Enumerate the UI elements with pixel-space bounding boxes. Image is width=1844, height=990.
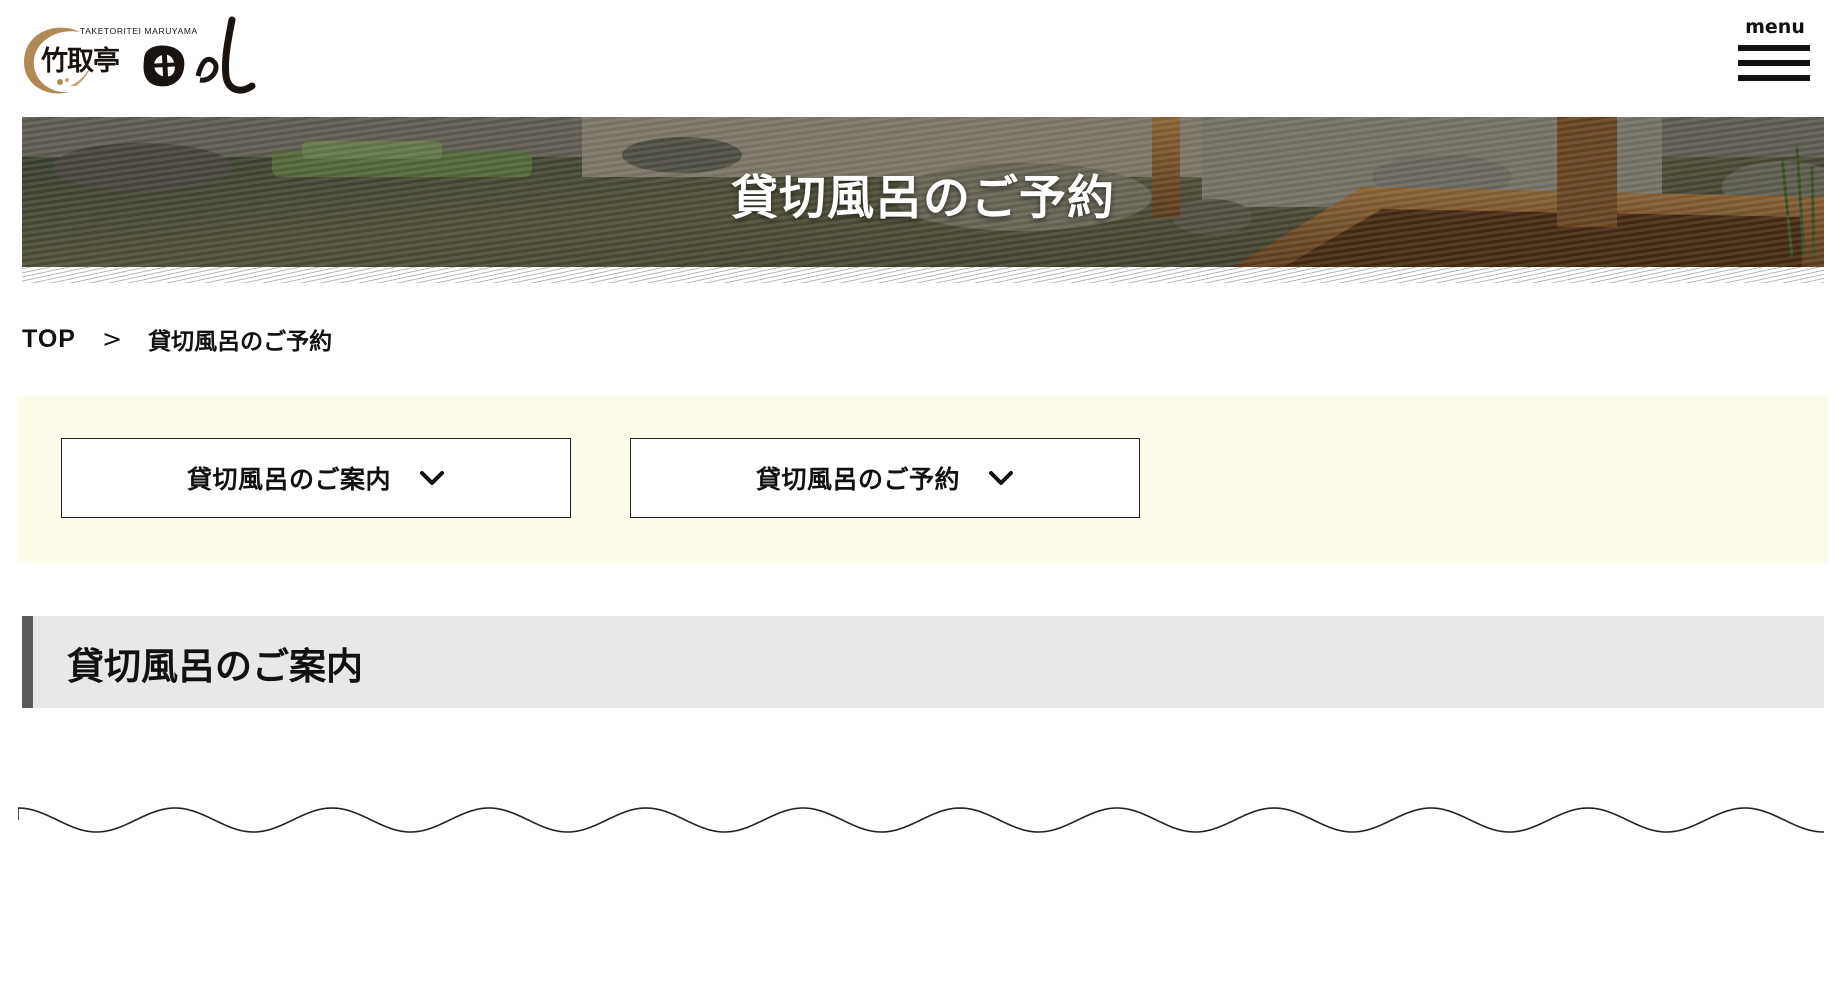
anchor-button-label: 貸切風呂のご予約 xyxy=(755,465,960,494)
logo-kanji-text: 竹取亭 xyxy=(41,46,120,77)
section-heading: 貸切風呂のご案内 xyxy=(67,645,363,688)
hamburger-icon xyxy=(1738,45,1812,90)
menu-label: menu xyxy=(1745,16,1805,38)
page: TAKETORITEI MARUYAMA 竹取亭 menu 貸切風呂のご予約 T… xyxy=(0,0,1844,990)
section-heading-box: 貸切風呂のご案内 xyxy=(22,616,1824,708)
anchor-button-label: 貸切風呂のご案内 xyxy=(186,465,391,494)
breadcrumb-current: 貸切風呂のご予約 xyxy=(148,329,333,355)
breadcrumb-separator: > xyxy=(101,325,123,353)
hero-banner: 貸切風呂のご予約 xyxy=(22,117,1824,268)
anchor-nav: 貸切風呂のご案内 貸切風呂のご予約 xyxy=(18,396,1828,563)
site-logo[interactable]: TAKETORITEI MARUYAMA 竹取亭 xyxy=(20,16,256,96)
chevron-down-icon xyxy=(420,471,444,485)
hero-hatch-divider xyxy=(22,267,1824,283)
logo-brush-mark xyxy=(143,16,256,94)
chevron-down-icon xyxy=(989,471,1013,485)
breadcrumb-home-link[interactable]: TOP xyxy=(22,325,76,354)
menu-button[interactable]: menu xyxy=(1738,16,1812,94)
anchor-button-guide[interactable]: 貸切風呂のご案内 xyxy=(61,438,571,518)
anchor-button-reservation[interactable]: 貸切風呂のご予約 xyxy=(630,438,1140,518)
breadcrumb: TOP > 貸切風呂のご予約 xyxy=(22,322,332,356)
hero-title: 貸切風呂のご予約 xyxy=(731,171,1115,226)
site-header: TAKETORITEI MARUYAMA 竹取亭 menu xyxy=(0,0,1844,116)
wave-divider xyxy=(18,807,1824,833)
